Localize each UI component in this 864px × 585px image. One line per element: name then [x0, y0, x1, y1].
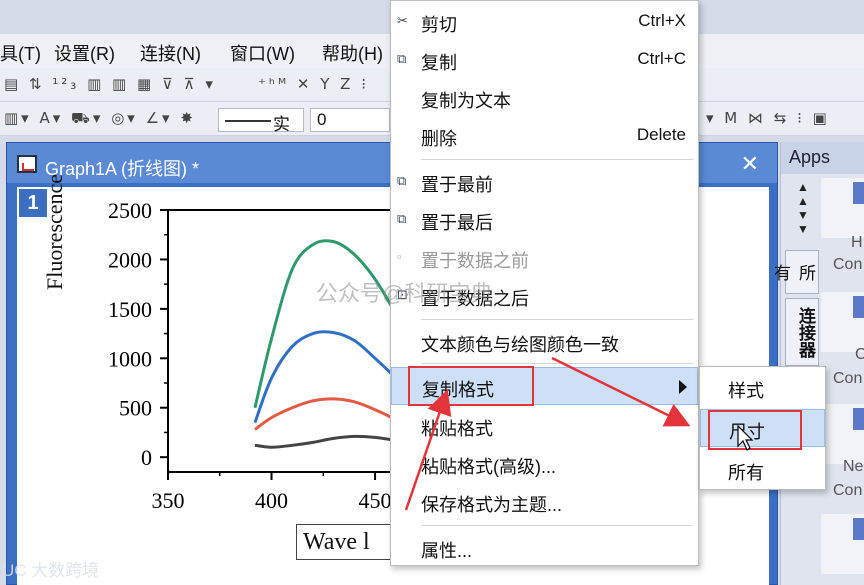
menu-item-shortcut: Ctrl+C: [637, 49, 686, 68]
menu-item-label: 置于最后: [421, 213, 493, 233]
menu-item-delete[interactable]: 删除 Delete: [391, 117, 698, 155]
menu-item-label: 文本颜色与绘图颜色一致: [421, 335, 619, 355]
app-label: C: [855, 346, 864, 363]
menu-item-properties[interactable]: 属性...: [391, 529, 698, 567]
app-tile[interactable]: [821, 178, 864, 238]
submenu-arrow-icon: [679, 380, 687, 394]
menu-item-label: 复制: [421, 53, 457, 73]
menu-item-send-to-back[interactable]: ⧉ 置于最后: [391, 201, 698, 239]
menu-item-label: 复制为文本: [421, 91, 511, 111]
submenu-item-label: 样式: [728, 381, 764, 401]
x-axis-title[interactable]: Wave l: [296, 524, 392, 560]
menu-divider: [421, 319, 693, 320]
menu-item-paste-format[interactable]: 粘贴格式: [391, 407, 698, 445]
menu-item-label: 删除: [421, 129, 457, 149]
x-tick-label: 450: [359, 488, 392, 513]
menu-item-before-data: ▫ 置于数据之前: [391, 239, 698, 277]
menu-item-label: 剪切: [421, 15, 457, 35]
menu-item-label: 置于最前: [421, 175, 493, 195]
menu-divider: [421, 363, 693, 364]
y-tick-label: 2500: [108, 198, 152, 223]
watermark-bottom: UC 大数跨境: [2, 561, 100, 580]
x-tick-label: 400: [255, 488, 288, 513]
menu-item-paste-format-advanced[interactable]: 粘贴格式(高级)...: [391, 445, 698, 483]
y-tick-label: 1000: [108, 346, 152, 371]
app-label: Con: [833, 370, 863, 387]
y-tick-label: 1500: [108, 297, 152, 322]
menu-item-copy-as-text[interactable]: 复制为文本: [391, 79, 698, 117]
menu-item-shortcut: Delete: [636, 125, 686, 144]
menu-item-label: 置于数据之前: [421, 251, 529, 271]
annotation-box-copy-format: [408, 366, 534, 406]
menu-item-cut[interactable]: ✂ 剪切 Ctrl+X: [391, 3, 698, 41]
submenu-item-all[interactable]: 所有: [700, 451, 825, 489]
menu-item-label: 保存格式为主题...: [421, 495, 563, 515]
app-tile[interactable]: [821, 404, 864, 464]
annotation-box-size: [708, 410, 802, 450]
menu-item-match-text-color[interactable]: 文本颜色与绘图颜色一致: [391, 323, 698, 361]
menu-divider: [421, 525, 693, 526]
submenu-item-label: 所有: [728, 463, 764, 483]
app-tile[interactable]: [821, 514, 864, 574]
apps-title: Apps: [789, 147, 831, 167]
menu-item-label: 粘贴格式(高级)...: [421, 457, 556, 477]
submenu-item-style[interactable]: 样式: [700, 369, 825, 407]
apps-panel: Apps ▲ ▲ ▼ ▼ 所有 连接器 H Con C Con Ne Con: [771, 142, 864, 585]
app-label: Con: [833, 256, 863, 273]
menu-item-save-format-theme[interactable]: 保存格式为主题...: [391, 483, 698, 521]
scroll-arrows-icon[interactable]: ▲ ▲ ▼ ▼: [797, 180, 809, 236]
menu-item-label: 属性...: [421, 541, 473, 561]
app-label: H: [851, 234, 863, 251]
apps-header: Apps: [781, 142, 864, 174]
y-axis-title[interactable]: Fluorescence: [42, 174, 68, 290]
x-tick-label: 350: [152, 488, 185, 513]
menu-item-copy[interactable]: ⧉ 复制 Ctrl+C: [391, 41, 698, 79]
menu-divider: [421, 159, 693, 160]
scissors-icon: ✂: [397, 13, 408, 28]
y-tick-label: 0: [141, 445, 152, 470]
menu-item-bring-to-front[interactable]: ⧉ 置于最前: [391, 163, 698, 201]
before-data-icon: ▫: [397, 249, 402, 264]
y-tick-label: 2000: [108, 247, 152, 272]
tab-connector[interactable]: 连接器: [785, 298, 819, 366]
app-label: Con: [833, 482, 863, 499]
app-label: Ne: [843, 458, 864, 475]
tab-all[interactable]: 所有: [771, 250, 819, 294]
menu-item-label: 粘贴格式: [421, 419, 493, 439]
watermark: 公众号@科研宝典: [316, 281, 493, 306]
y-tick-label: 500: [119, 396, 152, 421]
menu-item-shortcut: Ctrl+X: [638, 11, 686, 30]
bring-front-icon: ⧉: [397, 173, 407, 188]
send-back-icon: ⧉: [397, 211, 407, 226]
copy-icon: ⧉: [397, 51, 407, 66]
app-tile[interactable]: [821, 292, 864, 352]
